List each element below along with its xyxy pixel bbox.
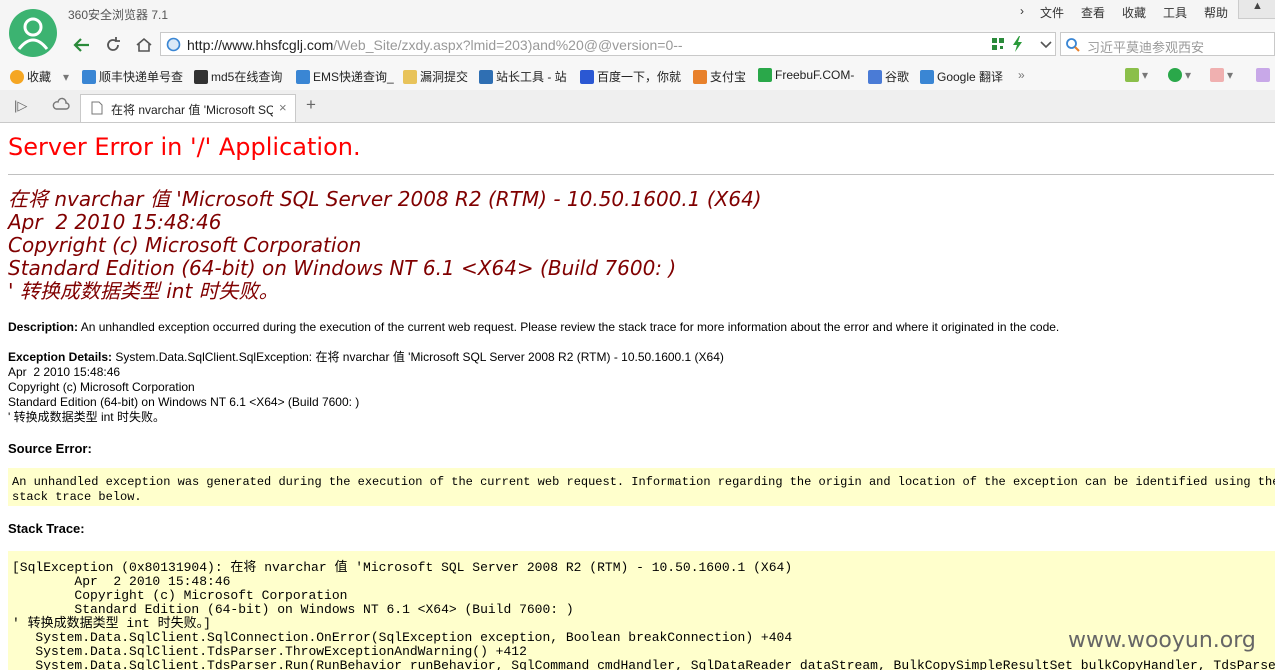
folder-icon [403, 69, 417, 84]
page-content: Server Error in '/' Application. 在将 nvar… [0, 123, 1275, 670]
source-error-label: Source Error: [8, 441, 92, 456]
bookmark-freebuf[interactable]: FreebuF.COM- [758, 68, 854, 82]
bookmark-sf-express[interactable]: 顺丰快递单号查 [82, 68, 183, 85]
g-icon [868, 69, 882, 84]
error-message: 在将 nvarchar 值 'Microsoft SQL Server 2008… [8, 187, 762, 303]
shirt-skin-icon[interactable]: ▲ [1238, 0, 1275, 19]
bookmark-google[interactable]: 谷歌 [868, 68, 909, 85]
extension-icon[interactable] [1256, 68, 1273, 82]
divider [8, 174, 1274, 175]
globe-icon [166, 37, 181, 52]
close-tab-icon[interactable]: × [279, 100, 287, 115]
exception-details: Exception Details: System.Data.SqlClient… [8, 350, 724, 424]
bookmarks-more-icon[interactable]: » [1018, 68, 1025, 82]
address-bar: http://www.hhsfcglj.com/Web_Site/zxdy.as… [0, 30, 1275, 60]
home-icon[interactable] [132, 33, 156, 57]
url-text: http://www.hhsfcglj.com/Web_Site/zxdy.as… [187, 37, 683, 53]
source-error-text: An unhandled exception was generated dur… [12, 475, 1275, 504]
url-input[interactable]: http://www.hhsfcglj.com/Web_Site/zxdy.as… [160, 32, 1056, 56]
stack-trace-text: [SqlException (0x80131904): 在将 nvarchar … [12, 560, 1275, 670]
tab-bar: |▷ 在将 nvarchar 值 'Microsoft SQL Server 2… [0, 90, 1275, 123]
chevron-down-icon[interactable] [1034, 33, 1058, 57]
menu-tools[interactable]: 工具 [1163, 4, 1187, 21]
new-tab-icon[interactable]: + [306, 95, 316, 115]
shield-icon [693, 69, 707, 84]
app-title: 360安全浏览器 7.1 [68, 8, 169, 22]
refresh-icon[interactable] [101, 33, 125, 57]
f-icon [758, 68, 772, 82]
adblock-icon[interactable]: ▾ [1210, 68, 1233, 82]
security-shield-icon[interactable]: ▾ [1168, 68, 1191, 82]
ie-icon [82, 69, 96, 84]
star-icon [10, 69, 24, 84]
bookmark-md5[interactable]: md5在线查询 [194, 68, 282, 85]
tab-title: 在将 nvarchar 值 'Microsoft SQL Server 2008… [111, 103, 273, 117]
bookmark-vuln-submit[interactable]: 漏洞提交 [403, 68, 468, 85]
bookmark-google-translate[interactable]: Google 翻译 [920, 68, 1003, 85]
bookmark-ems[interactable]: EMS快递查询_ [296, 68, 394, 85]
search-placeholder: 习近平莫迪参观西安 [1087, 40, 1205, 55]
chart-icon [479, 69, 493, 84]
bookmark-favorites[interactable]: 收藏 ▾ [10, 68, 69, 85]
description: Description: An unhandled exception occu… [8, 320, 1060, 334]
title-bar: 360安全浏览器 7.1 › 文件 查看 收藏 工具 帮助 ▲ [0, 0, 1275, 30]
qr-code-icon[interactable] [991, 37, 1005, 51]
page-icon [91, 101, 103, 115]
grid-icon [194, 69, 208, 84]
bookmark-baidu[interactable]: 百度一下，你就 [580, 68, 681, 85]
bookmark-alipay[interactable]: 支付宝 [693, 68, 746, 85]
search-input[interactable]: 习近平莫迪参观西安 [1060, 32, 1275, 56]
menu-file[interactable]: 文件 [1040, 4, 1064, 21]
menu-favorites[interactable]: 收藏 [1122, 4, 1146, 21]
menu-view[interactable]: 查看 [1081, 4, 1105, 21]
paw-icon [580, 69, 594, 84]
apps-grid-icon[interactable]: ▾ [1125, 68, 1148, 82]
search-icon [1066, 38, 1080, 52]
page-title: Server Error in '/' Application. [8, 133, 361, 161]
translate-icon [920, 69, 934, 84]
sidebar-toggle-icon[interactable]: |▷ [14, 98, 27, 114]
lightning-icon[interactable] [1011, 36, 1025, 52]
tab-active[interactable]: 在将 nvarchar 值 'Microsoft SQL Server 2008… [80, 94, 296, 122]
bookmarks-bar: 收藏 ▾ 顺丰快递单号查 md5在线查询 EMS快递查询_ 漏洞提交 站长工具 -… [0, 60, 1275, 91]
back-icon[interactable] [70, 33, 94, 57]
user-avatar-icon[interactable] [9, 9, 57, 57]
source-error-box: An unhandled exception was generated dur… [8, 468, 1275, 506]
stack-trace-label: Stack Trace: [8, 521, 85, 536]
cloud-icon[interactable] [52, 97, 70, 114]
menu-chevron-icon[interactable]: › [1020, 4, 1024, 18]
menu-help[interactable]: 帮助 [1204, 4, 1228, 21]
watermark: www.wooyun.org [1068, 628, 1256, 653]
ie-icon [296, 69, 310, 84]
bookmark-webmaster-tools[interactable]: 站长工具 - 站 [479, 68, 567, 85]
